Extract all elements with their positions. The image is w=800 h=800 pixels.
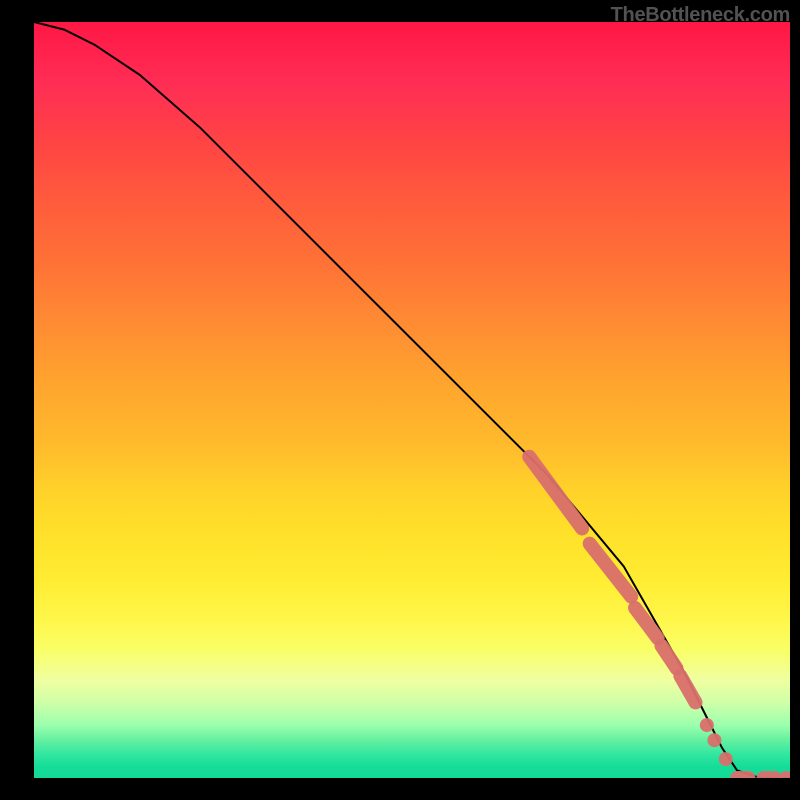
overlay-markers [529, 457, 790, 778]
chart-svg [34, 22, 790, 778]
plot-area [34, 22, 790, 778]
chart-stage: TheBottleneck.com [0, 0, 800, 800]
